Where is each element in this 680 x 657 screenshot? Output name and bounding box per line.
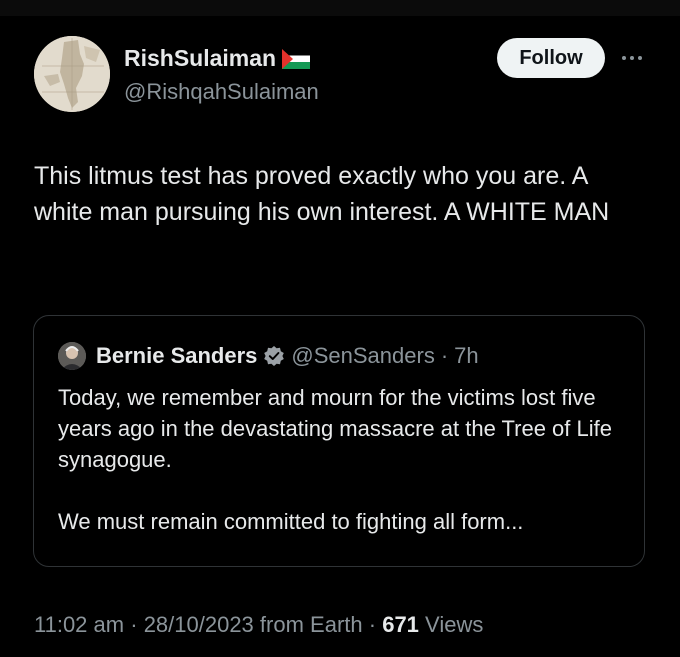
quoted-separator: ·	[440, 343, 449, 368]
tweet-source: from Earth	[259, 612, 363, 637]
meta-separator: ·	[130, 612, 138, 637]
palestine-flag-icon	[282, 48, 311, 69]
top-edge-bar	[0, 0, 680, 16]
map-avatar-icon	[34, 36, 110, 112]
author-avatar[interactable]	[34, 36, 110, 112]
tweet-text: This litmus test has proved exactly who …	[34, 162, 610, 226]
quoted-display-name[interactable]: Bernie Sanders	[96, 343, 257, 369]
quoted-time[interactable]: 7h	[454, 343, 478, 369]
author-display-name[interactable]: RishSulaiman	[124, 45, 276, 72]
follow-button[interactable]: Follow	[497, 38, 605, 78]
quoted-author-avatar[interactable]	[58, 342, 86, 370]
meta-separator: ·	[368, 612, 377, 637]
tweet-date[interactable]: 28/10/2023	[144, 612, 254, 637]
views-count[interactable]: 671	[382, 612, 419, 637]
quoted-header: Bernie Sanders @SenSanders · 7h	[96, 342, 479, 370]
author-name-row: RishSulaiman	[124, 45, 311, 72]
author-handle[interactable]: @RishqahSulaiman	[124, 79, 319, 105]
person-avatar-icon	[58, 342, 86, 370]
quoted-tweet-card[interactable]: Bernie Sanders @SenSanders · 7h Today, w…	[33, 315, 645, 567]
verified-badge-icon	[264, 346, 285, 366]
views-label[interactable]: Views	[425, 612, 483, 637]
quoted-tweet-text: Today, we remember and mourn for the vic…	[58, 385, 612, 534]
more-horizontal-icon[interactable]	[619, 50, 645, 66]
quoted-handle[interactable]: @SenSanders	[291, 343, 434, 369]
tweet-metadata: 11:02 am · 28/10/2023 from Earth · 671 V…	[34, 612, 483, 638]
tweet-time[interactable]: 11:02 am	[34, 612, 124, 637]
